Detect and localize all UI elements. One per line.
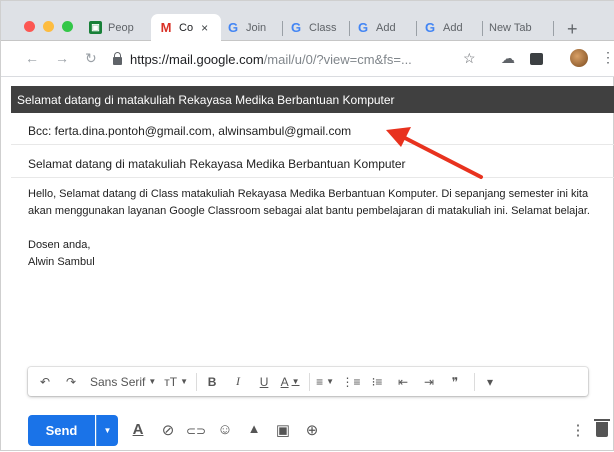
- tab-new-tab[interactable]: New Tab: [489, 14, 549, 41]
- subject-field[interactable]: Selamat datang di matakuliah Rekayasa Me…: [11, 151, 614, 178]
- compose-title-bar: Selamat datang di matakuliah Rekayasa Me…: [11, 86, 614, 113]
- tab-compose[interactable]: M Co ×: [151, 14, 221, 41]
- profile-avatar[interactable]: [570, 49, 588, 67]
- chevron-down-icon: ▼: [180, 377, 189, 386]
- tab-contacts[interactable]: ▣ Peop: [89, 14, 147, 41]
- align-icon: ≡: [316, 374, 324, 389]
- font-size-select[interactable]: тT ▼: [164, 371, 188, 393]
- indent-more-icon[interactable]: ⇥: [418, 371, 440, 393]
- quote-icon[interactable]: ❞: [444, 371, 466, 393]
- google-drive-icon[interactable]: ▲: [245, 421, 263, 436]
- close-tab-icon[interactable]: ×: [201, 21, 208, 35]
- more-options-icon[interactable]: ⋮: [569, 421, 587, 439]
- tab-label: New Tab: [489, 21, 532, 34]
- address-toolbar: ← → ↻ https://mail.google.com /mail/u/0/…: [1, 41, 614, 77]
- tab-divider: [349, 21, 350, 36]
- message-body[interactable]: Hello, Selamat datang di Class matakulia…: [28, 186, 608, 271]
- indent-less-icon[interactable]: ⇤: [392, 371, 414, 393]
- new-tab-button[interactable]: +: [567, 19, 578, 40]
- formatting-toolbar: ↶ ↷ Sans Serif ▼ тT ▼ B I U A ▼ ≡ ▼ ⋮≡ ⁝…: [28, 367, 588, 396]
- send-button[interactable]: Send: [28, 415, 95, 446]
- divider: [309, 372, 311, 391]
- back-arrow-icon[interactable]: ←: [25, 50, 39, 66]
- bold-button[interactable]: B: [201, 371, 223, 393]
- tab-divider: [553, 21, 554, 36]
- extension-cloud-icon[interactable]: ☁: [501, 50, 515, 67]
- forward-arrow-icon[interactable]: →: [55, 50, 69, 66]
- formatting-options-icon[interactable]: A: [129, 421, 147, 438]
- emoji-icon[interactable]: ☺: [216, 421, 234, 438]
- divider: [196, 372, 198, 391]
- underline-button[interactable]: U: [253, 371, 275, 393]
- text-color-icon: A: [280, 374, 289, 389]
- chevron-down-icon: ▼: [291, 377, 300, 386]
- divider: [474, 372, 476, 391]
- tab-strip: ▣ Peop M Co × G Join G Class G Add G Add…: [1, 1, 614, 41]
- numbered-list-icon[interactable]: ⋮≡: [340, 371, 362, 393]
- reload-icon[interactable]: ↻: [85, 50, 97, 67]
- signature-line: Dosen anda,: [28, 239, 91, 251]
- insert-link-icon[interactable]: ⊂⊃: [186, 424, 206, 438]
- contacts-icon: ▣: [89, 21, 102, 34]
- google-icon: G: [290, 20, 302, 35]
- font-family-select[interactable]: Sans Serif ▼: [86, 371, 160, 393]
- text-color-button[interactable]: A ▼: [279, 371, 301, 393]
- browser-window: ▣ Peop M Co × G Join G Class G Add G Add…: [0, 0, 614, 451]
- google-icon: G: [227, 20, 239, 35]
- gmail-icon: M: [160, 20, 172, 35]
- body-paragraph: Hello, Selamat datang di Class matakulia…: [28, 188, 590, 217]
- tab-class[interactable]: G Class: [289, 14, 344, 41]
- attach-file-icon[interactable]: ⊘: [159, 421, 177, 439]
- tab-label: Join: [246, 21, 267, 34]
- extension-icon[interactable]: [530, 53, 543, 65]
- tab-label: Add: [443, 21, 463, 34]
- window-maximize-button[interactable]: [62, 21, 73, 32]
- tab-join[interactable]: G Join: [226, 14, 278, 41]
- schedule-send-dropdown[interactable]: ▼: [96, 415, 118, 446]
- trash-icon[interactable]: [594, 419, 610, 437]
- tab-label: Class: [309, 21, 337, 34]
- tab-divider: [282, 21, 283, 36]
- signature-name: Alwin Sambul: [28, 256, 95, 268]
- tab-divider: [416, 21, 417, 36]
- google-icon: G: [357, 20, 369, 35]
- bookmark-star-icon[interactable]: ☆: [463, 50, 476, 67]
- window-minimize-button[interactable]: [43, 21, 54, 32]
- italic-button[interactable]: I: [227, 371, 249, 393]
- address-bar[interactable]: https://mail.google.com /mail/u/0/?view=…: [113, 47, 493, 71]
- tab-label: Peop: [108, 21, 134, 34]
- url-path: /mail/u/0/?view=cm&fs=...: [263, 51, 412, 67]
- chevron-down-icon: ▼: [326, 377, 334, 386]
- tab-label: Add: [376, 21, 396, 34]
- tab-add-2[interactable]: G Add: [423, 14, 478, 41]
- tab-add-1[interactable]: G Add: [356, 14, 411, 41]
- browser-menu-icon[interactable]: ⋮: [601, 49, 614, 66]
- bulleted-list-icon[interactable]: ⁝≡: [366, 371, 388, 393]
- undo-icon[interactable]: ↶: [34, 371, 56, 393]
- insert-photo-icon[interactable]: ▣: [274, 421, 292, 439]
- bcc-field[interactable]: Bcc: ferta.dina.pontoh@gmail.com, alwins…: [11, 118, 614, 145]
- tab-divider: [482, 21, 483, 36]
- text-size-icon: тT: [164, 374, 178, 389]
- font-family-value: Sans Serif: [90, 374, 146, 389]
- redo-icon[interactable]: ↷: [60, 371, 82, 393]
- lock-icon: [113, 52, 122, 65]
- chevron-down-icon: ▼: [148, 377, 157, 386]
- more-formatting-icon[interactable]: ▾: [479, 371, 501, 393]
- window-close-button[interactable]: [24, 21, 35, 32]
- chevron-down-icon: ▼: [103, 426, 112, 435]
- tab-label: Co: [179, 21, 194, 34]
- align-button[interactable]: ≡ ▼: [314, 371, 336, 393]
- url-host: https://mail.google.com: [130, 51, 264, 67]
- confidential-mode-icon[interactable]: ⊕: [303, 421, 321, 439]
- google-icon: G: [424, 20, 436, 35]
